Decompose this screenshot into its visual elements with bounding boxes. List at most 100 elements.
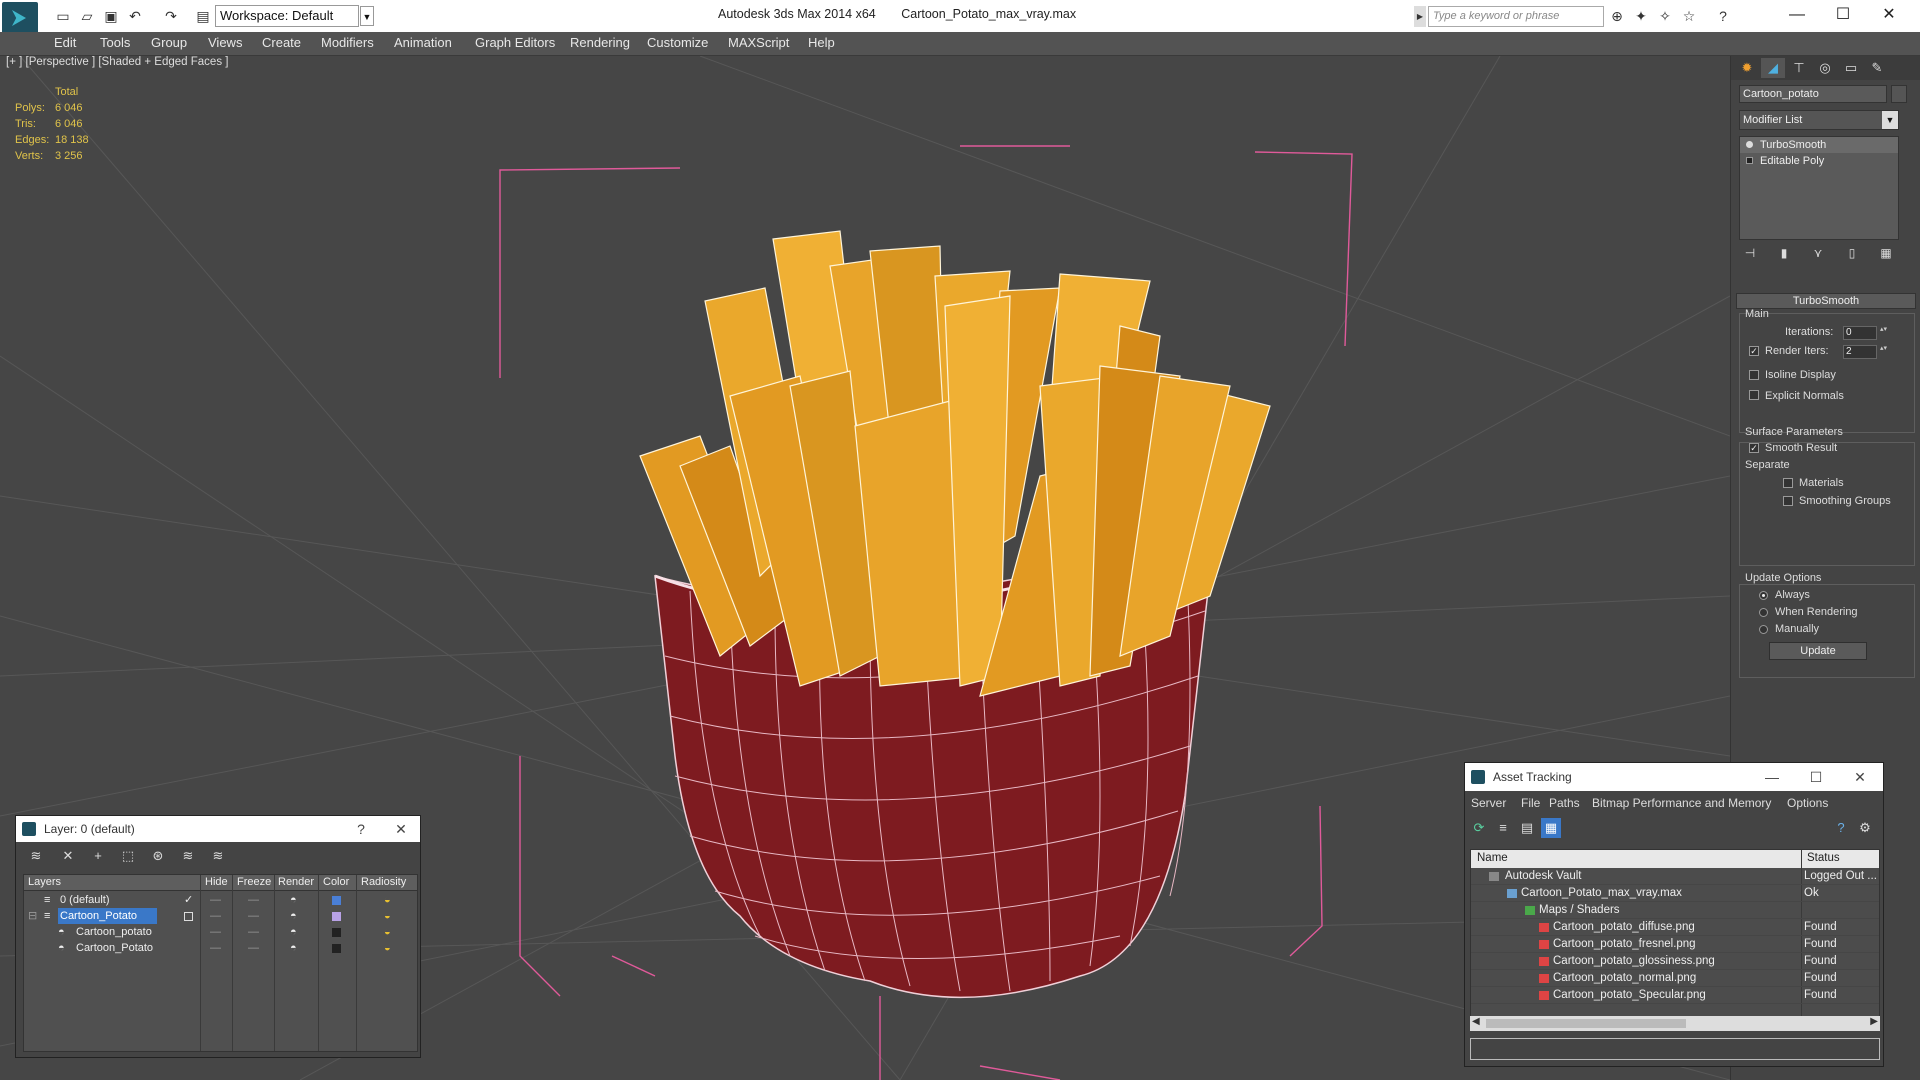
hierarchy-tab-icon[interactable]: ⊤ xyxy=(1787,58,1811,78)
asset-close-button[interactable]: ✕ xyxy=(1845,763,1875,791)
help-icon[interactable]: ? xyxy=(1831,818,1851,838)
help-icon[interactable]: ? xyxy=(1714,7,1732,25)
freeze-toggle-icon[interactable]: — xyxy=(248,924,259,940)
asset-maximize-button[interactable]: ☐ xyxy=(1801,763,1831,791)
hide-toggle-icon[interactable]: — xyxy=(210,908,221,924)
asset-row[interactable]: Cartoon_Potato_max_vray.max Ok xyxy=(1471,885,1879,902)
refresh-icon[interactable]: ⟳ xyxy=(1469,818,1489,838)
settings-icon[interactable]: ⚙ xyxy=(1855,818,1875,838)
radiosity-icon[interactable]: ◒ xyxy=(384,924,391,940)
search-expand-icon[interactable]: ▶ xyxy=(1414,6,1426,27)
hide-toggle-icon[interactable]: — xyxy=(210,892,221,908)
menu-rendering[interactable]: Rendering xyxy=(570,35,630,50)
menu-views[interactable]: Views xyxy=(208,35,242,50)
layer-row[interactable]: ≡ 0 (default) ✓ — — ◓ ◒ xyxy=(24,892,417,908)
new-file-icon[interactable]: ▭ xyxy=(52,6,74,26)
minimize-button[interactable]: — xyxy=(1774,2,1820,28)
column-header[interactable]: Color xyxy=(323,876,349,888)
list-view-icon[interactable]: ≡ xyxy=(1493,818,1513,838)
create-tab-icon[interactable]: ✹ xyxy=(1735,58,1759,78)
asset-row[interactable]: Autodesk Vault Logged Out ... xyxy=(1471,868,1879,885)
project-folder-icon[interactable]: ▤ xyxy=(192,6,214,26)
update-button[interactable]: Update xyxy=(1769,642,1867,660)
open-file-icon[interactable]: ▱ xyxy=(76,6,98,26)
menu-modifiers[interactable]: Modifiers xyxy=(321,35,374,50)
smooth-result-checkbox[interactable]: ✓ xyxy=(1749,443,1759,453)
close-button[interactable]: ✕ xyxy=(1866,2,1912,28)
object-name-field[interactable]: Cartoon_potato xyxy=(1739,85,1887,103)
workspace-dropdown[interactable]: Workspace: Default ▼ xyxy=(215,5,374,27)
layer-name[interactable]: Cartoon_Potato xyxy=(74,940,155,956)
delete-layer-icon[interactable]: ✕ xyxy=(58,846,78,866)
menu-graph-editors[interactable]: Graph Editors xyxy=(475,35,555,50)
scroll-right-icon[interactable]: ▶ xyxy=(1870,1016,1878,1027)
remove-modifier-icon[interactable]: ▯ xyxy=(1841,246,1863,260)
modifier-list-dropdown[interactable]: Modifier List ▼ xyxy=(1739,110,1899,130)
radiosity-icon[interactable]: ◒ xyxy=(384,908,391,924)
when-rendering-radio[interactable] xyxy=(1759,608,1768,617)
stack-item-turbosmooth[interactable]: TurboSmooth xyxy=(1740,137,1898,153)
materials-checkbox[interactable] xyxy=(1783,478,1793,488)
freeze-toggle-icon[interactable]: — xyxy=(248,908,259,924)
motion-tab-icon[interactable]: ◎ xyxy=(1813,58,1837,78)
turbosmooth-rollout-header[interactable]: TurboSmooth xyxy=(1736,293,1916,309)
radiosity-icon[interactable]: ◒ xyxy=(384,892,391,908)
asset-row[interactable]: Cartoon_potato_fresnel.png Found xyxy=(1471,936,1879,953)
radiosity-icon[interactable]: ◒ xyxy=(384,940,391,956)
subscription-icon[interactable]: ✦ xyxy=(1632,7,1650,25)
freeze-toggle-icon[interactable]: — xyxy=(248,892,259,908)
column-header[interactable]: Freeze xyxy=(237,876,271,888)
layer-row[interactable]: ◓ Cartoon_potato — — ◓ ◒ xyxy=(24,924,417,940)
add-to-layer-icon[interactable]: + xyxy=(88,846,108,866)
column-header[interactable]: Hide xyxy=(205,876,228,888)
search-input[interactable]: Type a keyword or phrase xyxy=(1428,6,1604,27)
menu-tools[interactable]: Tools xyxy=(100,35,130,50)
collapse-icon[interactable]: ⊟ xyxy=(28,908,37,924)
layer-color-swatch[interactable] xyxy=(332,944,341,953)
scrollbar-thumb[interactable] xyxy=(1486,1019,1686,1028)
isoline-display-checkbox[interactable] xyxy=(1749,370,1759,380)
asset-row[interactable]: Cartoon_potato_normal.png Found xyxy=(1471,970,1879,987)
select-objects-icon[interactable]: ⬚ xyxy=(118,846,138,866)
active-layer-box-icon[interactable] xyxy=(184,912,193,921)
viewport-label[interactable]: [+ ] [Perspective ] [Shaded + Edged Face… xyxy=(6,56,228,68)
table-view-icon[interactable]: ▦ xyxy=(1541,818,1561,838)
menu-group[interactable]: Group xyxy=(151,35,187,50)
object-color-swatch[interactable] xyxy=(1891,85,1907,103)
explicit-normals-checkbox[interactable] xyxy=(1749,390,1759,400)
asset-row[interactable]: Cartoon_potato_diffuse.png Found xyxy=(1471,919,1879,936)
column-header[interactable]: Radiosity xyxy=(361,876,406,888)
hide-toggle-icon[interactable]: — xyxy=(210,924,221,940)
layer-row[interactable]: ⊟ ≡ Cartoon_Potato — — ◓ ◒ xyxy=(24,908,417,924)
save-file-icon[interactable]: ▣ xyxy=(100,6,122,26)
layer-help-button[interactable]: ? xyxy=(346,816,376,842)
communication-icon[interactable]: ✧ xyxy=(1656,7,1674,25)
asset-menu-paths[interactable]: Paths xyxy=(1549,796,1580,810)
lightbulb-icon[interactable] xyxy=(1746,141,1753,148)
smoothing-groups-checkbox[interactable] xyxy=(1783,496,1793,506)
scroll-left-icon[interactable]: ◀ xyxy=(1472,1016,1480,1027)
horizontal-scrollbar[interactable]: ◀ ▶ xyxy=(1470,1016,1880,1031)
redo-icon[interactable]: ↷ xyxy=(160,6,182,26)
show-end-result-icon[interactable]: ▮ xyxy=(1773,246,1795,260)
render-teapot-icon[interactable]: ◓ xyxy=(290,892,297,908)
menu-customize[interactable]: Customize xyxy=(647,35,708,50)
highlight-layer-icon[interactable]: ⊛ xyxy=(148,846,168,866)
layer-name[interactable]: Cartoon_potato xyxy=(74,924,154,940)
make-unique-icon[interactable]: ⋎ xyxy=(1807,246,1829,260)
asset-minimize-button[interactable]: — xyxy=(1757,763,1787,791)
layer-color-swatch[interactable] xyxy=(332,928,341,937)
iterations-spinner[interactable]: 0 xyxy=(1843,326,1888,340)
configure-modifier-sets-icon[interactable]: ▦ xyxy=(1875,246,1897,260)
menu-maxscript[interactable]: MAXScript xyxy=(728,35,789,50)
render-iters-checkbox[interactable]: ✓ xyxy=(1749,346,1759,356)
freeze-toggle-icon[interactable]: — xyxy=(248,940,259,956)
asset-row[interactable]: Cartoon_potato_glossiness.png Found xyxy=(1471,953,1879,970)
asset-menu-file[interactable]: File xyxy=(1521,796,1540,810)
asset-menu-bitmap[interactable]: Bitmap Performance and Memory xyxy=(1592,796,1771,810)
render-iters-spinner[interactable]: 2 xyxy=(1843,345,1888,359)
pin-stack-icon[interactable]: ⊣ xyxy=(1739,246,1761,260)
column-header[interactable]: Status xyxy=(1807,852,1840,864)
menu-help[interactable]: Help xyxy=(808,35,835,50)
menu-animation[interactable]: Animation xyxy=(394,35,452,50)
